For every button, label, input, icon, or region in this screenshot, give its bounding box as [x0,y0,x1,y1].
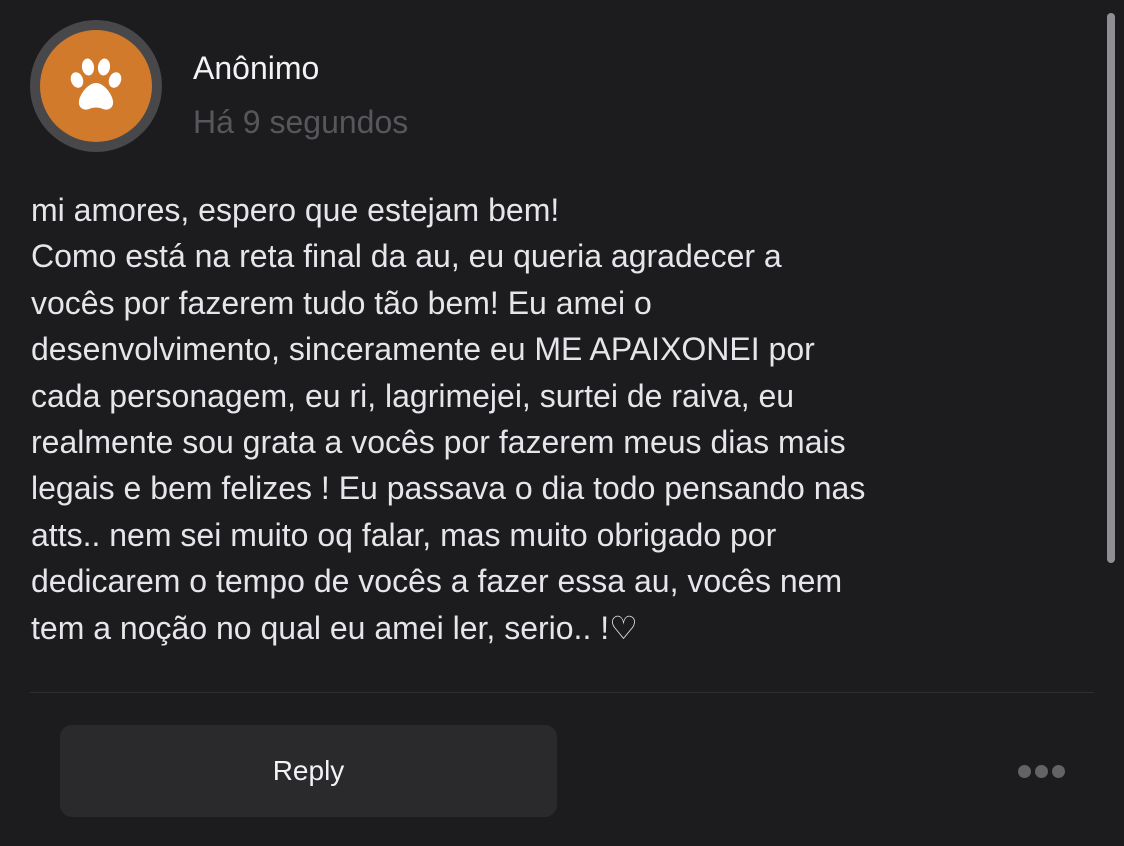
message-line: atts.. nem sei muito oq falar, mas muito… [31,516,777,553]
message-line: legais e bem felizes ! Eu passava o dia … [31,470,866,507]
message-line: mi amores, espero que estejam bem! [31,192,560,228]
avatar-circle [40,30,152,142]
more-horizontal-icon [1051,764,1065,778]
message-line: tem a noção no qual eu amei ler, serio..… [31,609,638,646]
message-card: Anônimo Há 9 segundos mi amores, espero … [0,0,1124,846]
divider [30,692,1094,693]
message-line: desenvolvimento, sinceramente eu ME APAI… [31,331,815,368]
message-line: vocês por fazerem tudo tão bem! Eu amei … [31,284,652,321]
more-horizontal-icon [1017,764,1031,778]
paw-icon [70,58,122,110]
more-options-button[interactable] [1008,752,1074,790]
message-line: cada personagem, eu ri, lagrimejei, surt… [31,377,795,414]
author-name: Anônimo [193,50,320,86]
message-body: mi amores, espero que estejam bem! Como … [31,187,1091,651]
reply-button[interactable]: Reply [60,725,557,817]
message-line: realmente sou grata a vocês por fazerem … [31,424,846,461]
scrollbar[interactable] [1107,13,1115,563]
more-horizontal-icon [1034,764,1048,778]
message-line: dedicarem o tempo de vocês a fazer essa … [31,563,843,600]
post-timestamp: Há 9 segundos [193,104,409,140]
avatar [30,20,162,152]
message-line: Como está na reta final da au, eu queria… [31,238,782,275]
reply-button-label: Reply [272,755,345,786]
